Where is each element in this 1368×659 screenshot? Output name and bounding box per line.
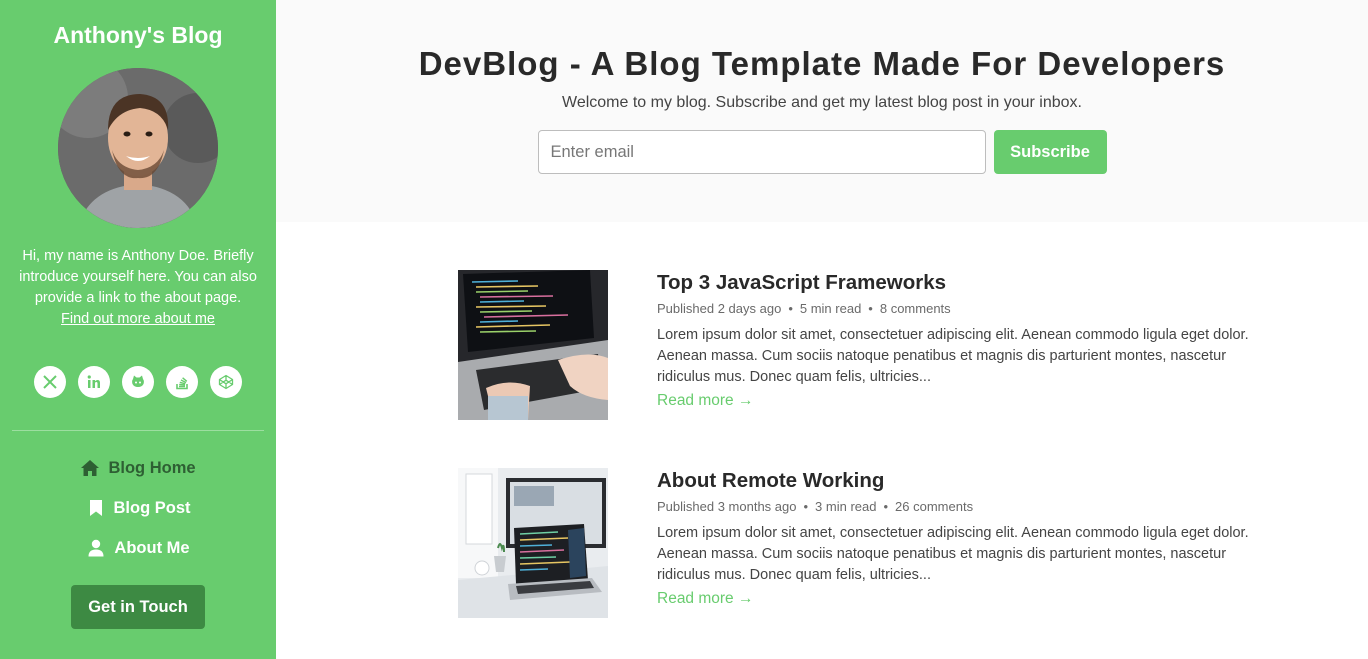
site-title-link[interactable]: Anthony's Blog: [53, 22, 222, 48]
nav-label: Blog Home: [108, 458, 196, 477]
sidebar-divider: [12, 430, 264, 431]
post-excerpt: Lorem ipsum dolor sit amet, consectetuer…: [657, 525, 1249, 583]
avatar-portrait: [58, 68, 218, 228]
post-thumbnail[interactable]: [458, 468, 608, 618]
user-icon: [86, 538, 106, 558]
get-in-touch-button[interactable]: Get in Touch: [71, 585, 205, 629]
post-title[interactable]: Top 3 JavaScript Frameworks: [657, 270, 1267, 296]
post-item: About Remote Working Published 3 months …: [458, 468, 1278, 618]
subscribe-button[interactable]: Subscribe: [993, 130, 1107, 174]
linkedin-icon[interactable]: [78, 366, 110, 398]
post-comments[interactable]: 26 comments: [895, 499, 973, 514]
avatar: [58, 68, 218, 228]
codepen-icon[interactable]: [210, 366, 242, 398]
post-meta: Published 2 days ago • 5 min read • 8 commen…: [657, 301, 951, 316]
stack-overflow-icon[interactable]: [166, 366, 198, 398]
read-more-link[interactable]: Read more →: [657, 391, 753, 411]
post-body: Top 3 JavaScript Frameworks Published 2 …: [657, 270, 1267, 420]
nav-label: Blog Post: [113, 498, 191, 517]
social-links: [0, 366, 276, 398]
post-read-time: 5 min read: [799, 301, 862, 316]
nav-item-blog-post[interactable]: Blog Post: [86, 497, 191, 519]
main-content: DevBlog - A Blog Template Made For Devel…: [276, 0, 1368, 659]
about-link[interactable]: Find out more about me: [61, 311, 215, 327]
email-input[interactable]: [537, 130, 986, 174]
bookmark-icon: [86, 498, 106, 518]
bio: Hi, my name is Anthony Doe. Briefly intr…: [14, 246, 262, 330]
read-more-link[interactable]: Read more →: [657, 589, 753, 609]
post-title[interactable]: About Remote Working: [657, 468, 1267, 494]
x-twitter-icon[interactable]: [34, 366, 66, 398]
post-excerpt: Lorem ipsum dolor sit amet, consectetuer…: [657, 327, 1249, 385]
bio-text: Hi, my name is Anthony Doe. Briefly intr…: [19, 248, 257, 306]
post-date: Published 3 months ago: [657, 499, 797, 514]
post-thumbnail[interactable]: [458, 270, 608, 420]
page-title: DevBlog - A Blog Template Made For Devel…: [418, 45, 1226, 82]
nav-label: About Me: [114, 538, 190, 557]
post-body: About Remote Working Published 3 months …: [657, 468, 1267, 618]
hero-subtitle: Welcome to my blog. Subscribe and get my…: [562, 94, 1082, 111]
post-read-time: 3 min read: [815, 499, 877, 514]
signup-form: Subscribe: [276, 130, 1368, 174]
nav-item-about-me[interactable]: About Me: [86, 537, 190, 559]
sidebar: Anthony's Blog Hi, my name is Anthony Do…: [0, 0, 276, 659]
home-icon: [80, 458, 100, 478]
post-date: Published 2 days ago: [657, 301, 782, 316]
post-list: Top 3 JavaScript Frameworks Published 2 …: [458, 270, 1278, 659]
site-title: Anthony's Blog: [0, 22, 276, 48]
nav-item-blog-home[interactable]: Blog Home: [80, 457, 196, 479]
post-item: Top 3 JavaScript Frameworks Published 2 …: [458, 270, 1278, 420]
post-meta: Published 3 months ago • 3 min read • 26 com…: [657, 499, 974, 514]
hero: DevBlog - A Blog Template Made For Devel…: [276, 0, 1368, 222]
post-comments[interactable]: 8 comments: [880, 301, 951, 316]
github-icon[interactable]: [122, 366, 154, 398]
sidebar-nav: Blog Home Blog Post About Me: [0, 457, 276, 559]
